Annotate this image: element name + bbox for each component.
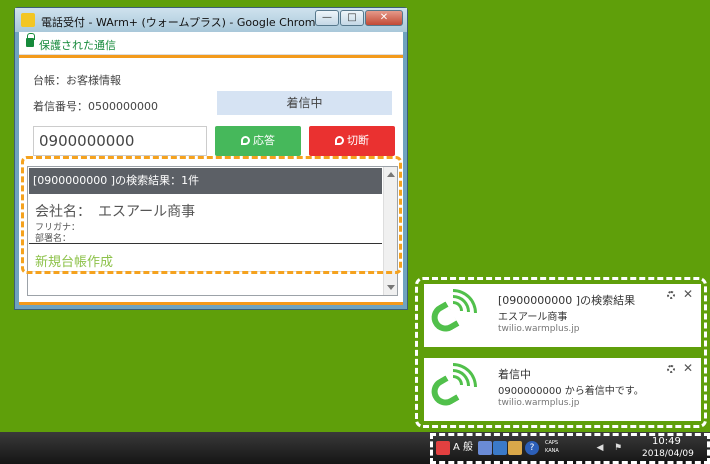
ledger-label: 台帳：お客様情報 — [33, 74, 121, 87]
help-icon[interactable]: ? — [525, 441, 539, 455]
tray-icon[interactable] — [508, 441, 522, 455]
close-icon[interactable]: ✕ — [683, 361, 693, 375]
gear-icon[interactable] — [667, 291, 675, 299]
notification-body: エスアール商事 — [498, 312, 568, 323]
clock-date[interactable]: 2018/04/09 — [642, 449, 694, 459]
phone-wave-icon — [424, 284, 487, 347]
minimize-button[interactable]: — — [315, 10, 339, 26]
tray-icon[interactable] — [493, 441, 507, 455]
address-bar[interactable]: 保護された通信 — [19, 32, 403, 55]
notification-incoming-call[interactable]: 着信中 0900000000 から着信中です。 twilio.warmplus.… — [424, 358, 701, 421]
window-title: 電話受付 - WArm+ (ウォームプラス) - Google Chrome — [41, 16, 323, 29]
flag-icon[interactable]: ⚑ — [611, 441, 625, 455]
answer-label: 応答 — [253, 134, 275, 147]
bottom-accent-bar — [19, 302, 403, 305]
hangup-button[interactable]: 切断 — [309, 126, 395, 156]
kana-indicator: KANA — [545, 448, 559, 454]
volume-muted-icon[interactable]: ◀ — [593, 441, 607, 455]
call-status-badge: 着信中 — [217, 91, 392, 115]
notification-search-result[interactable]: [0900000000 ]の検索結果 エスアール商事 twilio.warmpl… — [424, 284, 701, 347]
hangup-label: 切断 — [347, 134, 369, 147]
caller-number-label: 着信番号：0500000000 — [33, 100, 158, 113]
close-button[interactable]: ✕ — [365, 10, 403, 26]
caps-indicator: CAPS — [545, 440, 559, 446]
lock-icon — [26, 33, 35, 47]
gear-icon[interactable] — [667, 365, 675, 373]
answer-button[interactable]: 応答 — [215, 126, 301, 156]
scroll-down-icon[interactable] — [387, 285, 395, 290]
maximize-button[interactable]: □ — [340, 10, 364, 26]
app-icon — [21, 13, 35, 27]
ime-mode-icon[interactable]: A 般 — [451, 441, 475, 455]
phone-hangup-icon — [335, 136, 344, 145]
secure-connection-text: 保護された通信 — [39, 39, 116, 52]
notification-title: [0900000000 ]の検索結果 — [498, 294, 636, 307]
notification-source: twilio.warmplus.jp — [498, 398, 580, 408]
notification-title: 着信中 — [498, 368, 531, 381]
phone-icon — [241, 136, 250, 145]
results-empty-area — [29, 271, 382, 295]
close-icon[interactable]: ✕ — [683, 287, 693, 301]
notification-body: 0900000000 から着信中です。 — [498, 386, 644, 397]
window-titlebar[interactable]: 電話受付 - WArm+ (ウォームプラス) - Google Chrome —… — [15, 8, 407, 32]
notification-source: twilio.warmplus.jp — [498, 324, 580, 334]
tray-app-icon[interactable] — [436, 441, 450, 455]
phone-wave-icon — [424, 358, 487, 421]
results-highlight-frame — [21, 156, 402, 274]
clock-time[interactable]: 10:49 — [652, 436, 681, 447]
tray-icon[interactable] — [478, 441, 492, 455]
phone-number-input[interactable] — [33, 126, 207, 156]
